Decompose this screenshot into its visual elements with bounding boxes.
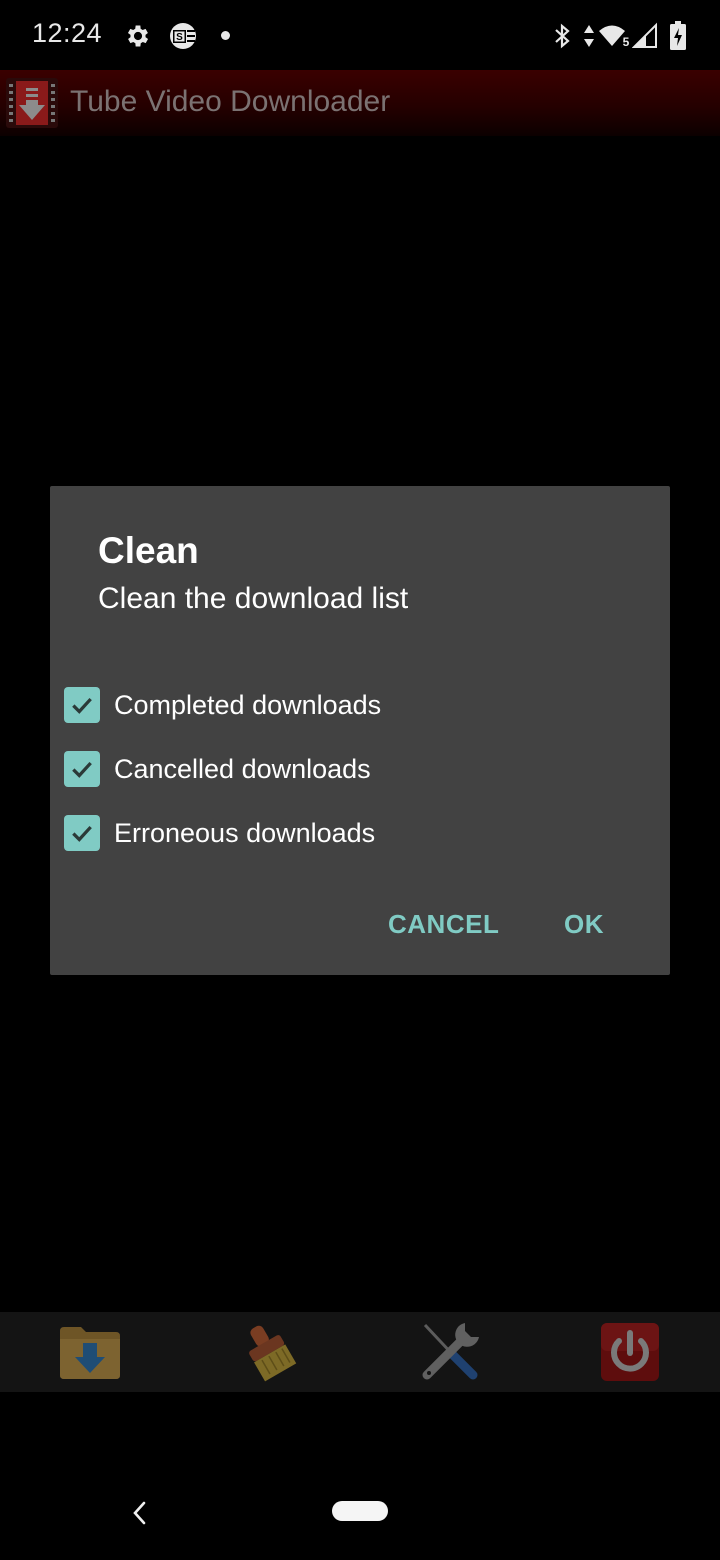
- status-bar: 12:24 S 5: [0, 0, 720, 70]
- clean-button[interactable]: [234, 1318, 306, 1386]
- app-title: Tube Video Downloader: [70, 85, 391, 118]
- settings-gear-icon: [127, 25, 149, 47]
- sf-app-icon: S: [170, 23, 196, 49]
- cell-signal-icon: [632, 22, 657, 48]
- exit-button[interactable]: [594, 1318, 666, 1386]
- ok-button[interactable]: OK: [556, 900, 612, 948]
- svg-text:S: S: [176, 32, 183, 43]
- cancel-button[interactable]: CANCEL: [380, 900, 507, 948]
- power-icon: [601, 1323, 659, 1381]
- data-activity-icon: [584, 25, 594, 47]
- checkmark-icon: [72, 761, 92, 778]
- checkmark-icon: [72, 697, 92, 714]
- screen: 12:24 S 5 Tube Video Downloader Clean Cl…: [0, 0, 720, 1560]
- action-bar: Tube Video Downloader: [0, 70, 720, 136]
- option-label: Cancelled downloads: [114, 753, 371, 784]
- folder-download-icon: [60, 1327, 120, 1379]
- battery-charging-icon: [670, 21, 686, 50]
- tools-icon: [422, 1323, 479, 1380]
- back-chevron-icon[interactable]: [126, 1496, 152, 1530]
- option-label: Erroneous downloads: [114, 817, 376, 848]
- clean-dialog: Clean Clean the download list Completed …: [50, 486, 670, 975]
- bluetooth-icon: [555, 23, 570, 49]
- bottom-toolbar: [0, 1312, 720, 1392]
- home-pill-icon[interactable]: [332, 1501, 388, 1521]
- wifi-badge: 5: [623, 35, 630, 49]
- broom-brush-icon: [249, 1325, 297, 1382]
- option-completed-downloads[interactable]: Completed downloads: [64, 679, 624, 731]
- checkbox-erroneous-downloads[interactable]: [64, 815, 100, 851]
- checkbox-cancelled-downloads[interactable]: [64, 751, 100, 787]
- checkmark-icon: [72, 825, 92, 842]
- settings-button[interactable]: [414, 1318, 486, 1386]
- downloads-folder-button[interactable]: [54, 1318, 126, 1386]
- option-erroneous-downloads[interactable]: Erroneous downloads: [64, 807, 624, 859]
- dialog-subtitle: Clean the download list: [98, 582, 409, 615]
- option-cancelled-downloads[interactable]: Cancelled downloads: [64, 743, 624, 795]
- checkbox-completed-downloads[interactable]: [64, 687, 100, 723]
- video-download-icon: [6, 78, 58, 128]
- dialog-title: Clean: [98, 530, 199, 571]
- notification-dot-icon: [221, 31, 230, 40]
- option-label: Completed downloads: [114, 689, 382, 720]
- status-time: 12:24: [32, 18, 103, 48]
- wifi-icon: 5: [599, 25, 630, 49]
